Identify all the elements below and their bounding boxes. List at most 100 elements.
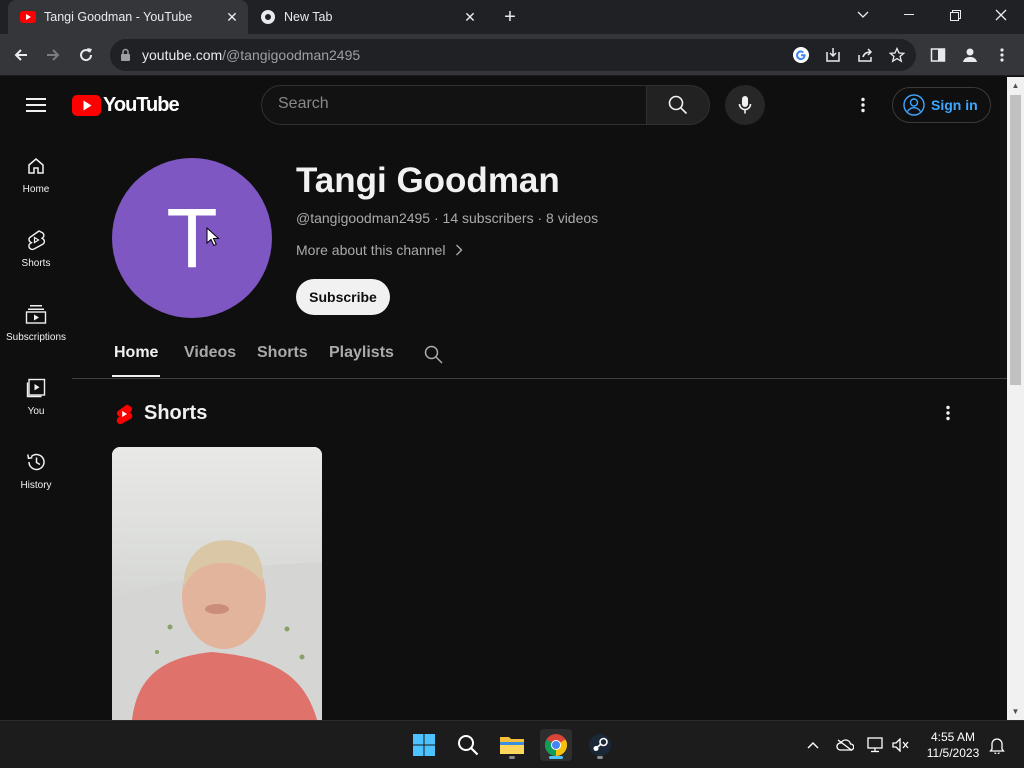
more-about-label: More about this channel: [296, 242, 446, 258]
onedrive-icon[interactable]: [835, 735, 855, 755]
browser-tab-youtube[interactable]: Tangi Goodman - YouTube ✕: [8, 0, 248, 34]
search-box[interactable]: [261, 85, 647, 125]
settings-more-icon[interactable]: [853, 95, 873, 115]
reload-button[interactable]: [73, 42, 99, 68]
shelf-more-icon[interactable]: [938, 403, 958, 423]
minimize-button[interactable]: [886, 0, 932, 30]
sign-in-button[interactable]: Sign in: [892, 87, 991, 123]
youtube-logo[interactable]: YouTube: [72, 94, 180, 117]
channel-meta: @tangigoodman2495 · 14 subscribers · 8 v…: [296, 210, 599, 226]
back-button[interactable]: [8, 42, 34, 68]
steam-icon[interactable]: [584, 729, 616, 761]
sign-in-label: Sign in: [931, 97, 978, 113]
profile-icon[interactable]: [957, 42, 983, 68]
restore-button[interactable]: [932, 0, 978, 30]
more-about-channel-link[interactable]: More about this channel: [296, 242, 463, 258]
shorts-shelf-title: Shorts: [144, 402, 208, 424]
history-icon: [24, 450, 48, 474]
guide-label: Shorts: [21, 258, 51, 269]
google-lens-icon[interactable]: [792, 46, 810, 64]
volume-muted-icon[interactable]: [891, 735, 911, 755]
tabs-divider: [72, 378, 1007, 379]
file-explorer-icon[interactable]: [496, 729, 528, 761]
tab-playlists[interactable]: Playlists: [329, 344, 394, 362]
url-path: /@tangigoodman2495: [222, 47, 361, 63]
network-icon[interactable]: [866, 735, 886, 755]
voice-search-button[interactable]: [725, 85, 765, 125]
guide-label: Subscriptions: [5, 332, 67, 343]
running-indicator: [597, 756, 603, 759]
youtube-logo-icon: [72, 95, 101, 116]
tab-search-chevron-icon[interactable]: [840, 0, 886, 30]
scrollbar-thumb[interactable]: [1010, 95, 1021, 385]
tab-title: Tangi Goodman - YouTube: [44, 10, 193, 24]
shorts-icon: [24, 228, 48, 252]
bookmark-star-icon[interactable]: [888, 46, 906, 64]
side-panel-icon[interactable]: [925, 42, 951, 68]
tab-home[interactable]: Home: [114, 344, 158, 362]
shorts-logo-icon: [116, 404, 133, 424]
search-button[interactable]: [646, 85, 710, 125]
forward-button[interactable]: [40, 42, 66, 68]
page-scrollbar[interactable]: ▲ ▼: [1007, 77, 1024, 720]
guide-label: History: [20, 480, 52, 491]
taskbar-search-icon[interactable]: [452, 729, 484, 761]
running-indicator: [509, 756, 515, 759]
start-windows-icon[interactable]: [408, 729, 440, 761]
url-text: youtube.com/@tangigoodman2495: [142, 47, 360, 63]
guide-label: Home: [22, 184, 50, 195]
close-tab-icon[interactable]: ✕: [462, 9, 478, 25]
guide-item-you[interactable]: You: [0, 376, 72, 450]
guide-item-history[interactable]: History: [0, 450, 72, 524]
chevron-right-icon: [456, 244, 463, 256]
taskbar-clock[interactable]: 4:55 AM 11/5/2023: [918, 729, 988, 761]
you-icon: [24, 376, 48, 400]
chrome-menu-icon[interactable]: [989, 42, 1015, 68]
active-tab-indicator: [112, 375, 160, 377]
channel-avatar[interactable]: T: [112, 158, 272, 318]
close-window-button[interactable]: [978, 0, 1024, 30]
scroll-down-arrow-icon[interactable]: ▼: [1011, 707, 1020, 716]
youtube-logo-text: YouTube: [103, 94, 180, 116]
address-bar[interactable]: youtube.com/@tangigoodman2495: [110, 39, 916, 71]
search-icon: [668, 95, 688, 115]
browser-tab-strip: Tangi Goodman - YouTube ✕ New Tab ✕ +: [0, 0, 1024, 34]
guide-item-shorts[interactable]: Shorts: [0, 228, 72, 302]
scroll-up-arrow-icon[interactable]: ▲: [1011, 81, 1020, 90]
short-video-thumbnail[interactable]: [112, 447, 322, 720]
tab-shorts[interactable]: Shorts: [257, 344, 308, 362]
subscriptions-icon: [24, 302, 48, 326]
guide-label: You: [27, 406, 45, 417]
tray-overflow-chevron-icon[interactable]: [803, 735, 823, 755]
close-tab-icon[interactable]: ✕: [224, 9, 240, 25]
tab-videos[interactable]: Videos: [184, 344, 236, 362]
guide-item-home[interactable]: Home: [0, 154, 72, 228]
tab-title: New Tab: [284, 10, 333, 24]
clock-time: 4:55 AM: [930, 730, 976, 744]
home-icon: [24, 154, 48, 178]
share-icon[interactable]: [856, 46, 874, 64]
url-host: youtube.com: [142, 47, 223, 63]
channel-name: Tangi Goodman: [296, 161, 560, 200]
masthead: YouTube Sign in: [0, 77, 1007, 133]
menu-icon[interactable]: [26, 97, 46, 118]
clock-date: 11/5/2023: [926, 746, 980, 760]
browser-tab-newtab[interactable]: New Tab ✕: [250, 0, 486, 34]
youtube-page: YouTube Sign in Home Shorts: [0, 77, 1007, 720]
chrome-favicon-icon: [260, 9, 276, 25]
lock-icon[interactable]: [120, 48, 131, 67]
mouse-cursor-icon: [206, 226, 220, 252]
guide-item-subscriptions[interactable]: Subscriptions: [0, 302, 72, 376]
new-tab-button[interactable]: +: [498, 5, 522, 29]
browser-toolbar: youtube.com/@tangigoodman2495: [0, 34, 1024, 76]
youtube-favicon-icon: [20, 11, 36, 23]
search-input[interactable]: [278, 95, 628, 113]
notification-bell-icon[interactable]: [987, 735, 1007, 755]
install-app-icon[interactable]: [824, 46, 842, 64]
shorts-shelf-header: Shorts: [114, 402, 207, 425]
subscribe-button[interactable]: Subscribe: [296, 279, 390, 315]
chrome-taskbar-icon[interactable]: [540, 729, 572, 761]
channel-search-icon[interactable]: [424, 345, 443, 369]
account-circle-icon: [903, 94, 925, 116]
active-indicator: [549, 756, 563, 759]
